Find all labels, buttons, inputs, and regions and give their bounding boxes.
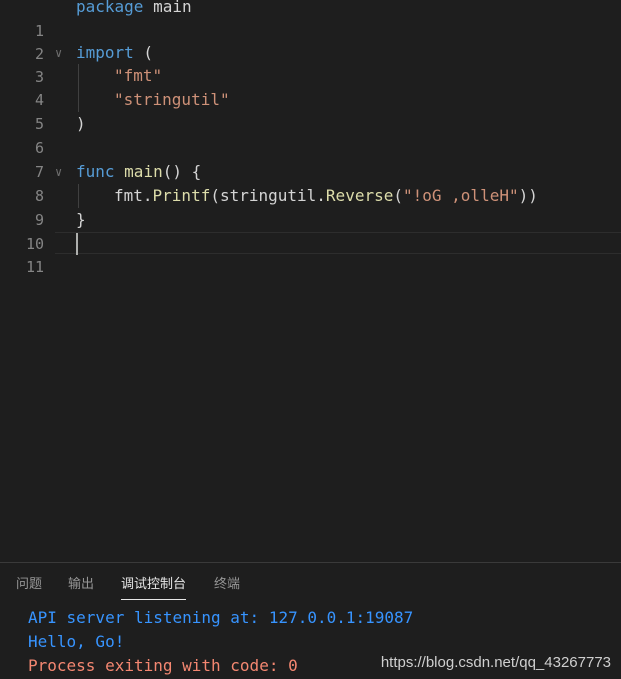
import-string-fmt: "fmt" — [114, 66, 163, 85]
code-line-3[interactable]: 3 ∨ import ( — [0, 41, 621, 86]
panel-tabs: 问题 输出 调试控制台 终端 — [0, 563, 621, 603]
tab-debug-console[interactable]: 调试控制台 — [121, 575, 187, 600]
keyword-package: package — [76, 0, 144, 16]
keyword-func: func — [76, 162, 115, 181]
watermark: https://blog.csdn.net/qq_43267773 — [380, 654, 611, 671]
fold-chevron-icon[interactable]: ∨ — [55, 160, 65, 184]
package-fmt-ref: fmt. — [114, 186, 153, 205]
code-line-1[interactable]: 1 package main — [0, 0, 621, 40]
indent-guide — [78, 88, 79, 112]
open-paren: ( — [393, 186, 403, 205]
string-literal: "!oG ,olleH" — [403, 186, 519, 205]
function-name-main: main — [124, 162, 163, 181]
code-line-6[interactable]: 6 ) — [0, 112, 621, 157]
fold-chevron-icon[interactable]: ∨ — [55, 41, 65, 65]
code-line-4[interactable]: 4 "fmt" — [0, 64, 621, 109]
import-paren: ( — [133, 43, 154, 62]
code-line-10[interactable]: 10 } — [0, 208, 621, 253]
text-cursor — [76, 233, 78, 255]
close-paren: ) — [76, 114, 86, 133]
tab-output[interactable]: 输出 — [68, 575, 94, 599]
close-brace: } — [76, 210, 86, 229]
function-reverse: Reverse — [325, 186, 394, 205]
code-line-7[interactable]: 7 — [0, 136, 621, 181]
indent-guide — [78, 64, 79, 88]
code-editor[interactable]: 1 package main 2 3 ∨ import ( 4 "fmt" 5 … — [0, 0, 621, 562]
call-stringutil-ref: (stringutil. — [210, 186, 326, 205]
line-number: 11 — [25, 258, 44, 276]
function-printf: Printf — [152, 186, 211, 205]
console-output-line: API server listening at: 127.0.0.1:19087 — [28, 608, 414, 627]
package-name: main — [143, 0, 192, 16]
code-line-5[interactable]: 5 "stringutil" — [0, 88, 621, 133]
code-line-2[interactable]: 2 — [0, 18, 621, 63]
tab-terminal[interactable]: 终端 — [214, 575, 240, 599]
indent-guide — [78, 184, 79, 208]
console-output-line: Hello, Go! — [28, 632, 125, 651]
func-signature-rest: () { — [162, 162, 202, 181]
code-line-11[interactable]: 11 — [0, 231, 621, 276]
keyword-import: import — [76, 43, 134, 62]
tab-problems[interactable]: 问题 — [16, 575, 42, 599]
close-parens: )) — [518, 186, 538, 205]
console-output-line: Process exiting with code: 0 — [28, 656, 298, 675]
code-line-8[interactable]: 8 ∨ func main() { — [0, 160, 621, 205]
code-line-9[interactable]: 9 fmt.Printf(stringutil.Reverse("!oG ,ol… — [0, 184, 621, 229]
bottom-panel: 问题 输出 调试控制台 终端 API server listening at: … — [0, 562, 621, 679]
import-string-stringutil: "stringutil" — [114, 90, 230, 109]
